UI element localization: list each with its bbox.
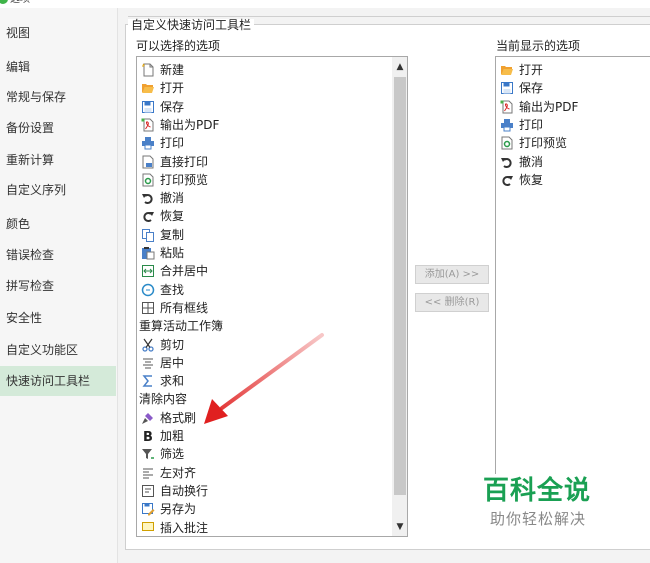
available-item-label: 另存为 bbox=[160, 502, 197, 517]
watermark-subtitle: 助你轻松解决 bbox=[490, 510, 587, 528]
available-item-label: 撤消 bbox=[160, 191, 185, 206]
sidebar-item-1[interactable]: 编辑 bbox=[0, 52, 116, 82]
current-item-label: 输出为PDF bbox=[519, 99, 579, 114]
filter-icon bbox=[141, 447, 155, 461]
watermark: 百科全说 助你轻松解决 bbox=[480, 474, 650, 534]
watermark-title: 百科全说 bbox=[483, 476, 592, 506]
print-preview-icon bbox=[141, 173, 155, 187]
available-item-label: 自动换行 bbox=[160, 483, 209, 498]
available-item-label: 所有框线 bbox=[160, 300, 209, 315]
available-item-label: 合并居中 bbox=[160, 264, 209, 279]
scroll-down-arrow-icon[interactable]: ▼ bbox=[392, 519, 407, 535]
sidebar-item-0[interactable]: 视图 bbox=[0, 18, 116, 48]
undo-icon bbox=[500, 155, 514, 169]
current-item-label: 撤消 bbox=[519, 154, 544, 169]
available-item-label: 居中 bbox=[160, 355, 185, 370]
available-options-label: 可以选择的选项 bbox=[136, 39, 221, 53]
available-item-label: 打印预览 bbox=[160, 172, 209, 187]
sidebar-item-6[interactable]: 颜色 bbox=[0, 209, 116, 239]
merge-center-icon bbox=[141, 264, 155, 278]
available-item-label: 剪切 bbox=[160, 337, 185, 352]
available-item-label: 保存 bbox=[160, 99, 185, 114]
printer-icon bbox=[141, 136, 155, 150]
new-doc-icon bbox=[141, 63, 155, 77]
wrap-text-icon bbox=[141, 484, 155, 498]
available-item-label: 插入批注 bbox=[160, 520, 209, 535]
sidebar-item-4[interactable]: 重新计算 bbox=[0, 145, 116, 175]
sidebar-item-7[interactable]: 错误检查 bbox=[0, 240, 116, 270]
align-center-icon bbox=[141, 356, 155, 370]
available-options-list[interactable]: 新建打开保存输出为PDF 打印直接打印打印预览撤消恢复复制粘贴合并居中查找所有框线… bbox=[136, 56, 408, 537]
available-item-label: 复制 bbox=[160, 227, 185, 242]
available-item-label: 恢复 bbox=[160, 209, 185, 224]
svg-text:B: B bbox=[143, 430, 153, 443]
all-borders-icon bbox=[141, 301, 155, 315]
available-item-label: 查找 bbox=[160, 282, 185, 297]
sidebar-item-5[interactable]: 自定义序列 bbox=[0, 175, 116, 205]
current-item-label: 打印 bbox=[519, 117, 544, 132]
folder-open-icon bbox=[141, 81, 155, 95]
sidebar-item-10[interactable]: 自定义功能区 bbox=[0, 335, 116, 365]
available-item-label: 筛选 bbox=[160, 447, 185, 462]
scrollbar-thumb[interactable] bbox=[394, 77, 406, 495]
copy-icon bbox=[141, 228, 155, 242]
available-item-label: 打印 bbox=[160, 136, 185, 151]
group-divider bbox=[128, 16, 650, 17]
current-options-label: 当前显示的选项 bbox=[496, 39, 581, 53]
sidebar-item-3[interactable]: 备份设置 bbox=[0, 113, 116, 143]
available-item-label: 求和 bbox=[160, 374, 185, 389]
available-item-label: 输出为PDF bbox=[160, 117, 220, 132]
window-title: 选项 bbox=[10, 0, 30, 6]
find-icon bbox=[141, 283, 155, 297]
available-item-label: 左对齐 bbox=[160, 465, 197, 480]
add-button[interactable]: 添加(A) >> bbox=[415, 265, 489, 284]
available-item-label: 新建 bbox=[160, 63, 185, 77]
current-item-label: 打开 bbox=[519, 63, 544, 77]
paste-icon bbox=[141, 246, 155, 260]
format-painter-icon bbox=[141, 411, 155, 425]
options-sidebar: 视图编辑 常规与保存 备份设置 重新计算 自定义序列颜色 错误检查 拼写检查 安全性 自定义功能… bbox=[0, 8, 118, 563]
current-item-label: 保存 bbox=[519, 81, 544, 96]
available-item-label: 格式刷 bbox=[160, 410, 197, 425]
folder-open-icon bbox=[500, 63, 514, 77]
available-item-label: 直接打印 bbox=[160, 154, 209, 169]
available-list-scrollbar[interactable]: ▲ ▼ bbox=[392, 57, 407, 536]
remove-button[interactable]: << 删除(R) bbox=[415, 293, 489, 312]
available-item-label: 加粗 bbox=[160, 429, 185, 443]
redo-icon bbox=[500, 173, 514, 187]
pdf-icon bbox=[141, 118, 155, 132]
printer-icon bbox=[500, 118, 514, 132]
redo-icon bbox=[141, 209, 155, 223]
align-left-icon bbox=[141, 466, 155, 480]
cut-icon bbox=[141, 338, 155, 352]
current-item-label: 打印预览 bbox=[519, 136, 568, 151]
undo-icon bbox=[141, 191, 155, 205]
pdf-icon bbox=[500, 100, 514, 114]
title-bar: 选项 bbox=[0, 0, 650, 8]
current-options-list[interactable]: 打开保存输出为PDF 打印打印预览撤消恢复 bbox=[495, 56, 650, 512]
save-icon bbox=[141, 100, 155, 114]
available-item-label: 清除内容 bbox=[139, 392, 188, 407]
sidebar-item-2[interactable]: 常规与保存 bbox=[0, 82, 116, 112]
group-title: 自定义快速访问工具栏 bbox=[128, 19, 255, 32]
scroll-up-arrow-icon[interactable]: ▲ bbox=[392, 59, 407, 75]
current-item-label: 恢复 bbox=[519, 172, 544, 187]
save-icon bbox=[500, 81, 514, 95]
available-item-label: 打开 bbox=[160, 81, 185, 96]
direct-print-icon bbox=[141, 155, 155, 169]
app-logo-icon bbox=[0, 0, 8, 4]
save-as-icon bbox=[141, 502, 155, 516]
available-item-label: 重算活动工作簿 bbox=[139, 319, 224, 334]
sidebar-item-11[interactable]: 快速访问工具栏 bbox=[0, 366, 116, 396]
available-item-label: 粘贴 bbox=[160, 246, 185, 260]
bold-icon: B bbox=[141, 429, 155, 445]
sidebar-item-8[interactable]: 拼写检查 bbox=[0, 271, 116, 301]
print-preview-icon bbox=[500, 136, 514, 150]
sum-icon bbox=[141, 374, 155, 388]
comment-icon bbox=[141, 521, 155, 535]
sidebar-item-9[interactable]: 安全性 bbox=[0, 303, 116, 333]
